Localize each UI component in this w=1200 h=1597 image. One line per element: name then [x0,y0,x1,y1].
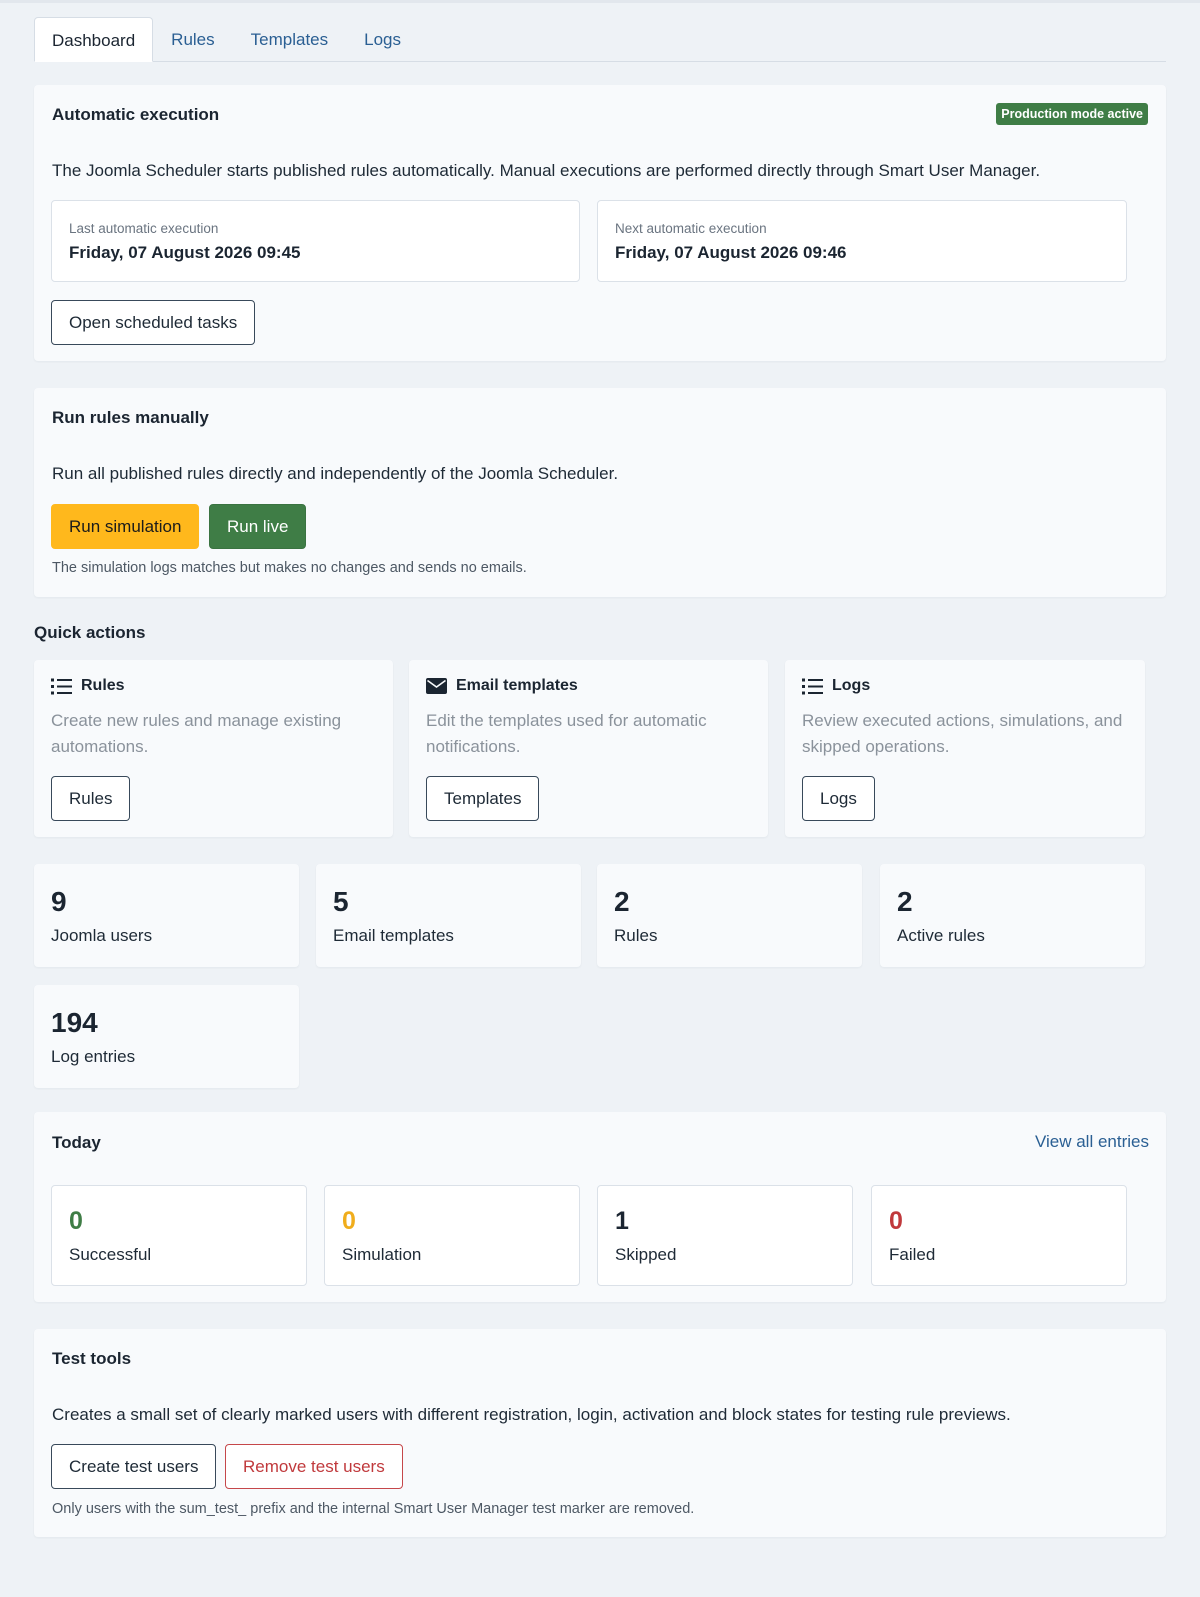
remove-test-users-button[interactable]: Remove test users [225,1444,403,1489]
quick-action-logs: Logs Review executed actions, simulation… [785,660,1145,837]
run-live-button[interactable]: Run live [209,504,307,549]
today-value: 0 [69,1207,83,1235]
stat-value: 194 [51,1007,98,1038]
run-manually-description: Run all published rules directly and ind… [52,464,619,483]
stat-value: 2 [897,886,913,917]
open-scheduled-tasks-button[interactable]: Open scheduled tasks [51,300,256,345]
today-label: Simulation [342,1245,422,1264]
stat-value: 9 [51,886,67,917]
today-skipped: 1 Skipped [597,1185,853,1286]
today-card: Today View all entries 0 Successful 0 Si… [34,1112,1166,1302]
last-execution-box: Last automatic execution Friday, 07 Augu… [51,200,580,282]
last-execution-value: Friday, 07 August 2026 09:45 [69,243,301,262]
today-simulation: 0 Simulation [324,1185,580,1286]
quick-action-rules-header: Rules [51,677,125,695]
test-tools-description: Creates a small set of clearly marked us… [52,1405,1011,1424]
quick-action-email-templates-description: Edit the templates used for automatic no… [426,711,707,756]
production-mode-badge: Production mode active [996,103,1148,125]
quick-action-email-templates: Email templates Edit the templates used … [409,660,768,837]
test-tools-card: Test tools Creates a small set of clearl… [34,1329,1166,1537]
stat-rules: 2 Rules [597,864,862,967]
stat-label: Log entries [51,1047,136,1066]
quick-action-rules: Rules Create new rules and manage existi… [34,660,393,837]
quick-action-logs-title: Logs [832,677,871,694]
quick-action-logs-header: Logs [802,677,870,695]
stat-label: Rules [614,926,658,945]
envelope-icon [426,678,447,694]
simulation-hint: The simulation logs matches but makes no… [52,560,527,576]
stat-value: 2 [614,886,630,917]
rules-button[interactable]: Rules [51,776,131,821]
next-execution-box: Next automatic execution Friday, 07 Augu… [597,200,1127,282]
today-value: 0 [342,1207,356,1235]
quick-action-email-templates-header: Email templates [426,677,578,695]
today-label: Successful [69,1245,152,1264]
test-tools-hint: Only users with the sum_test_ prefix and… [52,1501,695,1517]
templates-button[interactable]: Templates [426,776,540,821]
next-execution-label: Next automatic execution [615,221,767,236]
run-manually-title: Run rules manually [52,408,209,427]
automatic-execution-title: Automatic execution [52,105,220,124]
quick-actions-heading: Quick actions [34,623,146,642]
today-failed: 0 Failed [871,1185,1127,1286]
top-border [0,0,1200,3]
run-simulation-button[interactable]: Run simulation [51,504,200,549]
logs-button[interactable]: Logs [802,776,875,821]
stat-value: 5 [333,886,349,917]
list-icon [802,678,823,694]
test-tools-title: Test tools [52,1349,132,1368]
stat-label: Joomla users [51,926,153,945]
dashboard-container: Dashboard Rules Templates Logs Automatic… [34,17,1166,1537]
tab-rules[interactable]: Rules [153,17,232,62]
today-value: 1 [615,1207,629,1235]
view-all-entries-link[interactable]: View all entries [1035,1132,1149,1152]
tab-templates[interactable]: Templates [233,17,346,62]
list-icon [51,678,72,694]
stat-active-rules: 2 Active rules [880,864,1145,967]
today-successful: 0 Successful [51,1185,307,1286]
today-label: Skipped [615,1245,677,1264]
run-manually-card: Run rules manually Run all published rul… [34,388,1166,597]
automatic-execution-description: The Joomla Scheduler starts published ru… [52,161,1041,180]
quick-action-email-templates-title: Email templates [456,677,578,694]
next-execution-value: Friday, 07 August 2026 09:46 [615,243,847,262]
tab-dashboard[interactable]: Dashboard [34,17,154,62]
stat-log-entries: 194 Log entries [34,985,299,1088]
create-test-users-button[interactable]: Create test users [51,1444,217,1489]
tab-logs[interactable]: Logs [346,17,419,62]
today-value: 0 [889,1207,903,1235]
stat-label: Email templates [333,926,454,945]
stat-email-templates: 5 Email templates [316,864,581,967]
tab-bar: Dashboard Rules Templates Logs [34,17,1166,62]
stat-joomla-users: 9 Joomla users [34,864,299,967]
last-execution-label: Last automatic execution [69,221,219,236]
quick-action-logs-description: Review executed actions, simulations, an… [802,711,1123,756]
quick-action-rules-title: Rules [81,677,125,694]
automatic-execution-card: Automatic execution Production mode acti… [34,85,1166,361]
today-label: Failed [889,1245,936,1264]
quick-action-rules-description: Create new rules and manage existing aut… [51,711,342,756]
today-title: Today [52,1133,101,1152]
stat-label: Active rules [897,926,985,945]
